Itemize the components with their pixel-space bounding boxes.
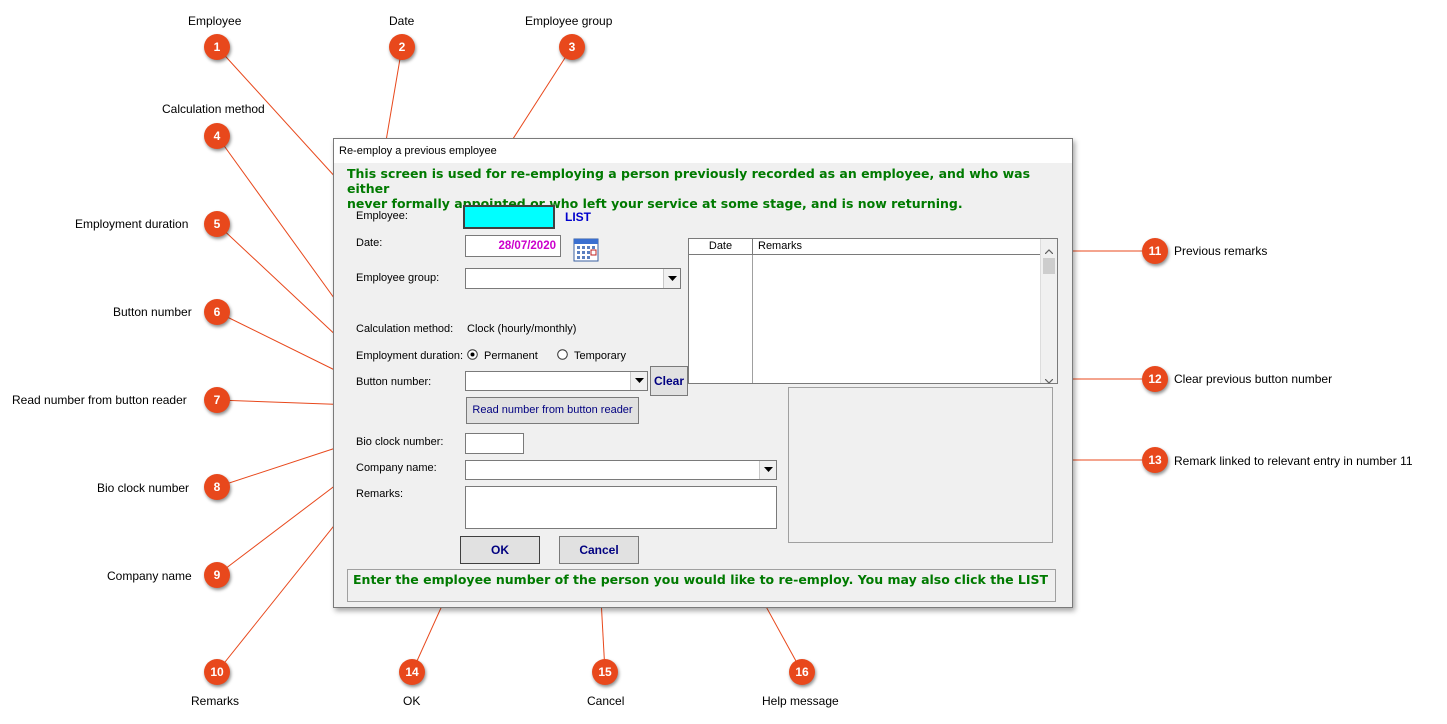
callout-13-badge: 13: [1142, 447, 1168, 473]
callout-9-badge: 9: [204, 562, 230, 588]
callout-12-badge: 12: [1142, 366, 1168, 392]
duration-permanent-label[interactable]: Permanent: [484, 350, 538, 362]
radio-empty-icon[interactable]: [557, 349, 568, 360]
callout-4-badge: 4: [204, 123, 230, 149]
callout-7-badge: 7: [204, 387, 230, 413]
chevron-down-icon[interactable]: [759, 461, 776, 479]
callout-1-badge: 1: [204, 34, 230, 60]
callout-16-label: Help message: [762, 694, 839, 708]
callout-4-label: Calculation method: [162, 102, 265, 116]
callout-2-label: Date: [389, 14, 415, 28]
button-number-label: Button number:: [356, 376, 432, 388]
grid-scrollbar[interactable]: [1040, 239, 1057, 384]
bio-clock-field[interactable]: [465, 433, 524, 454]
company-select[interactable]: [465, 460, 777, 480]
callout-14-label: OK: [403, 694, 421, 708]
remarks-label: Remarks:: [356, 488, 404, 500]
grid-header-remarks[interactable]: Remarks: [753, 239, 1040, 255]
callout-10-badge: 10: [204, 659, 230, 685]
cancel-button[interactable]: Cancel: [559, 536, 639, 564]
date-field[interactable]: 28/07/2020: [465, 235, 561, 257]
callout-16-badge: 16: [789, 659, 815, 685]
callout-8-badge: 8: [204, 474, 230, 500]
callout-13-label: Remark linked to relevant entry in numbe…: [1174, 454, 1413, 468]
callout-11-badge: 11: [1142, 238, 1168, 264]
scroll-thumb[interactable]: [1043, 258, 1055, 274]
clear-button[interactable]: Clear: [650, 366, 688, 396]
list-link[interactable]: LIST: [565, 210, 591, 224]
read-button-reader-button[interactable]: Read number from button reader: [466, 397, 639, 424]
callout-14-badge: 14: [399, 659, 425, 685]
callout-15-label: Cancel: [587, 694, 625, 708]
linked-remark-panel: [788, 387, 1053, 543]
calc-method-value: Clock (hourly/monthly): [467, 323, 577, 335]
callout-1-label: Employee: [188, 14, 242, 28]
company-label: Company name:: [356, 462, 437, 474]
scroll-up-icon[interactable]: [1044, 243, 1054, 257]
radio-selected-icon[interactable]: [467, 349, 478, 360]
callout-7-label: Read number from button reader: [12, 393, 187, 407]
callout-2-badge: 2: [389, 34, 415, 60]
callout-8-label: Bio clock number: [97, 481, 190, 495]
callout-3-label: Employee group: [525, 14, 613, 28]
callout-3-badge: 3: [559, 34, 585, 60]
scroll-down-icon[interactable]: [1044, 373, 1054, 387]
callout-6-label: Button number: [113, 305, 192, 319]
employee-group-select[interactable]: [465, 268, 681, 289]
previous-remarks-grid[interactable]: Date Remarks: [688, 238, 1058, 384]
intro-line-2: never formally appointed or who left you…: [347, 196, 963, 211]
grid-header-date[interactable]: Date: [689, 239, 753, 255]
callout-5-badge: 5: [204, 211, 230, 237]
help-message-box: Enter the employee number of the person …: [347, 569, 1056, 602]
bio-clock-label: Bio clock number:: [356, 436, 444, 448]
grid-remarks-column: [753, 255, 1040, 383]
calc-method-label: Calculation method:: [356, 323, 454, 335]
remarks-textarea[interactable]: [465, 486, 777, 529]
employee-group-label: Employee group:: [356, 272, 440, 284]
employee-label: Employee:: [356, 210, 408, 222]
chevron-down-icon[interactable]: [630, 372, 647, 390]
employee-field[interactable]: [463, 205, 555, 229]
callout-5-label: Employment duration: [75, 217, 189, 231]
callout-12-label: Clear previous button number: [1174, 372, 1333, 386]
callout-15-badge: 15: [592, 659, 618, 685]
ok-button[interactable]: OK: [460, 536, 540, 564]
intro-text: This screen is used for re-employing a p…: [347, 166, 1069, 211]
dialog-title: Re-employ a previous employee: [334, 139, 1072, 163]
chevron-down-icon[interactable]: [663, 269, 680, 288]
duration-temporary-label[interactable]: Temporary: [574, 350, 626, 362]
callout-10-label: Remarks: [191, 694, 240, 708]
calendar-icon[interactable]: [573, 237, 599, 262]
help-message-text: Enter the employee number of the person …: [353, 572, 1049, 587]
button-number-select[interactable]: [465, 371, 648, 391]
callout-6-badge: 6: [204, 299, 230, 325]
callout-9-label: Company name: [107, 569, 192, 583]
duration-label: Employment duration:: [356, 350, 463, 362]
intro-line-1: This screen is used for re-employing a p…: [347, 166, 1031, 196]
callout-11-label: Previous remarks: [1174, 244, 1268, 258]
grid-date-column: [689, 255, 753, 383]
reemploy-dialog: Re-employ a previous employee This scree…: [333, 138, 1073, 608]
date-label: Date:: [356, 237, 383, 249]
